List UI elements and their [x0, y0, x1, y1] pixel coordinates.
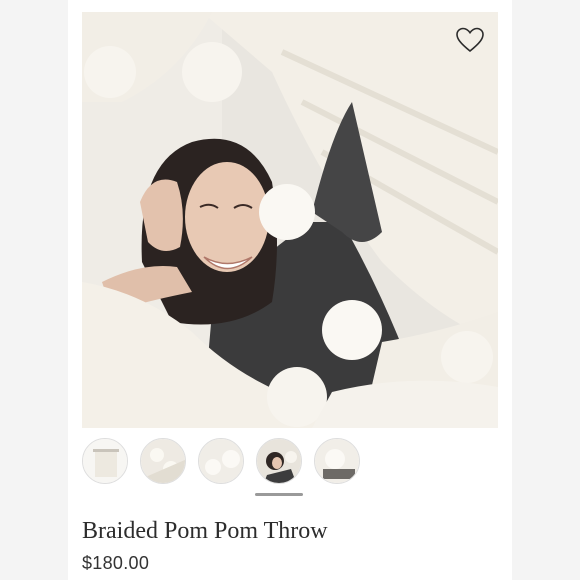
thumbnail-image: [199, 439, 243, 483]
product-title: Braided Pom Pom Throw: [82, 518, 328, 544]
thumbnail-1[interactable]: [82, 438, 128, 484]
thumbnail-image: [141, 439, 185, 483]
thumbnail-image: [83, 439, 127, 483]
thumbnail-4[interactable]: [256, 438, 302, 484]
thumbnail-3[interactable]: [198, 438, 244, 484]
product-image[interactable]: [82, 12, 498, 428]
thumbnail-2[interactable]: [140, 438, 186, 484]
thumbnail-5[interactable]: [314, 438, 360, 484]
product-price: $180.00: [82, 553, 150, 573]
heart-outline-icon: [456, 27, 484, 53]
thumbnail-image: [257, 439, 301, 483]
product-photo-illustration: [82, 12, 498, 428]
favorite-button[interactable]: [452, 22, 488, 58]
thumbnail-image: [315, 439, 359, 483]
product-card: Braided Pom Pom Throw $180.00: [68, 0, 512, 580]
selected-thumbnail-indicator: [255, 493, 303, 496]
thumbnail-strip: [82, 438, 360, 488]
